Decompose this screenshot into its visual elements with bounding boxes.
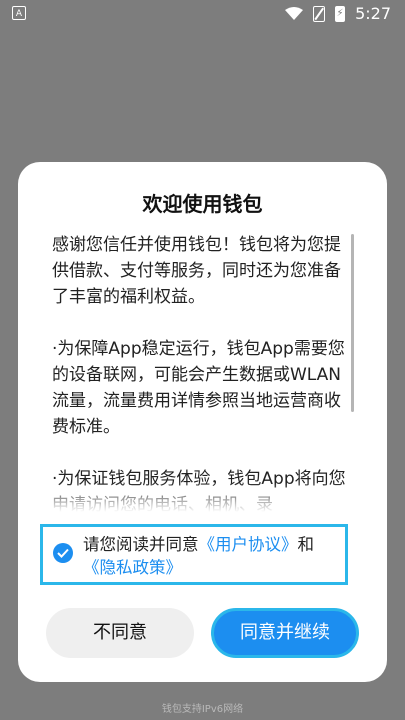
checked-checkbox-icon[interactable]: [53, 543, 73, 563]
content-fade: [52, 482, 352, 512]
user-agreement-link[interactable]: 《用户协议》: [199, 535, 298, 554]
status-bar: A 5:27: [0, 0, 405, 28]
agreement-row[interactable]: 请您阅读并同意《用户协议》和《隐私政策》: [40, 524, 348, 585]
scrollbar[interactable]: [351, 234, 354, 412]
ipv6-footer: 钱包支持IPv6网络: [161, 704, 244, 715]
terms-paragraph: 感谢您信任并使用钱包！钱包将为您提供借款、支付等服务，同时还为您准备了丰富的福利…: [52, 235, 341, 307]
agreement-prefix: 请您阅读并同意: [83, 535, 199, 554]
privacy-policy-link[interactable]: 《隐私政策》: [83, 558, 182, 577]
terms-paragraph: ·为保障App稳定运行，钱包App需要您的设备联网，可能会产生数据或WLAN流量…: [52, 339, 345, 437]
disagree-button[interactable]: 不同意: [46, 608, 194, 658]
welcome-dialog: 欢迎使用钱包 感谢您信任并使用钱包！钱包将为您提供借款、支付等服务，同时还为您准…: [18, 162, 387, 682]
status-icons: 5:27: [285, 4, 391, 23]
wifi-icon: [285, 6, 304, 20]
dialog-title: 欢迎使用钱包: [142, 192, 263, 216]
battery-charging-icon: [335, 5, 346, 22]
terms-content[interactable]: 感谢您信任并使用钱包！钱包将为您提供借款、支付等服务，同时还为您准备了丰富的福利…: [52, 232, 352, 512]
no-sim-icon: [313, 5, 326, 22]
agree-continue-button[interactable]: 同意并继续: [211, 608, 359, 658]
status-time: 5:27: [355, 4, 391, 23]
agreement-text: 请您阅读并同意《用户协议》和《隐私政策》: [83, 533, 343, 579]
agreement-and: 和: [297, 535, 315, 554]
app-notification-icon: A: [12, 6, 26, 20]
